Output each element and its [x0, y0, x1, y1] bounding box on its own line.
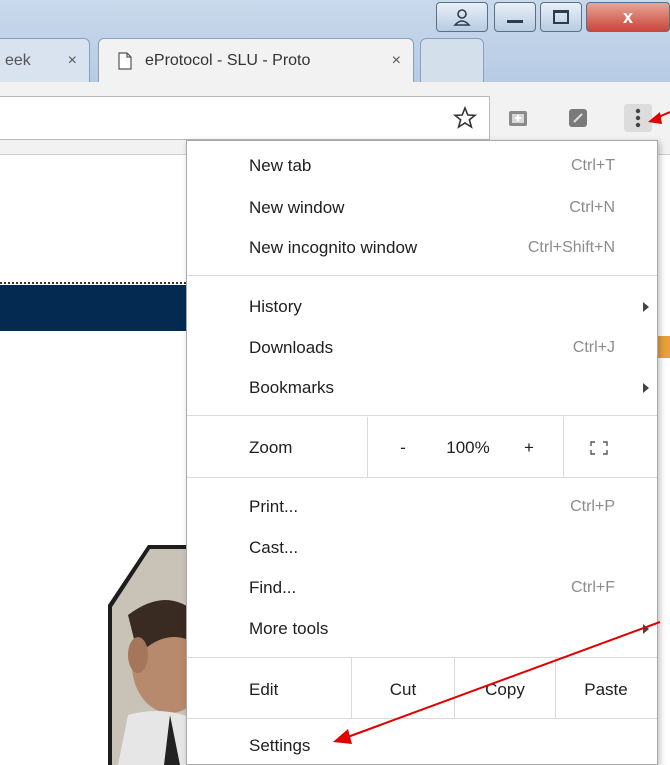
annotation-arrowhead-settings — [333, 729, 352, 744]
annotation-overlay — [333, 111, 670, 744]
annotation-arrow-settings-line — [344, 621, 661, 739]
annotation-arrowhead-menu — [648, 112, 662, 124]
